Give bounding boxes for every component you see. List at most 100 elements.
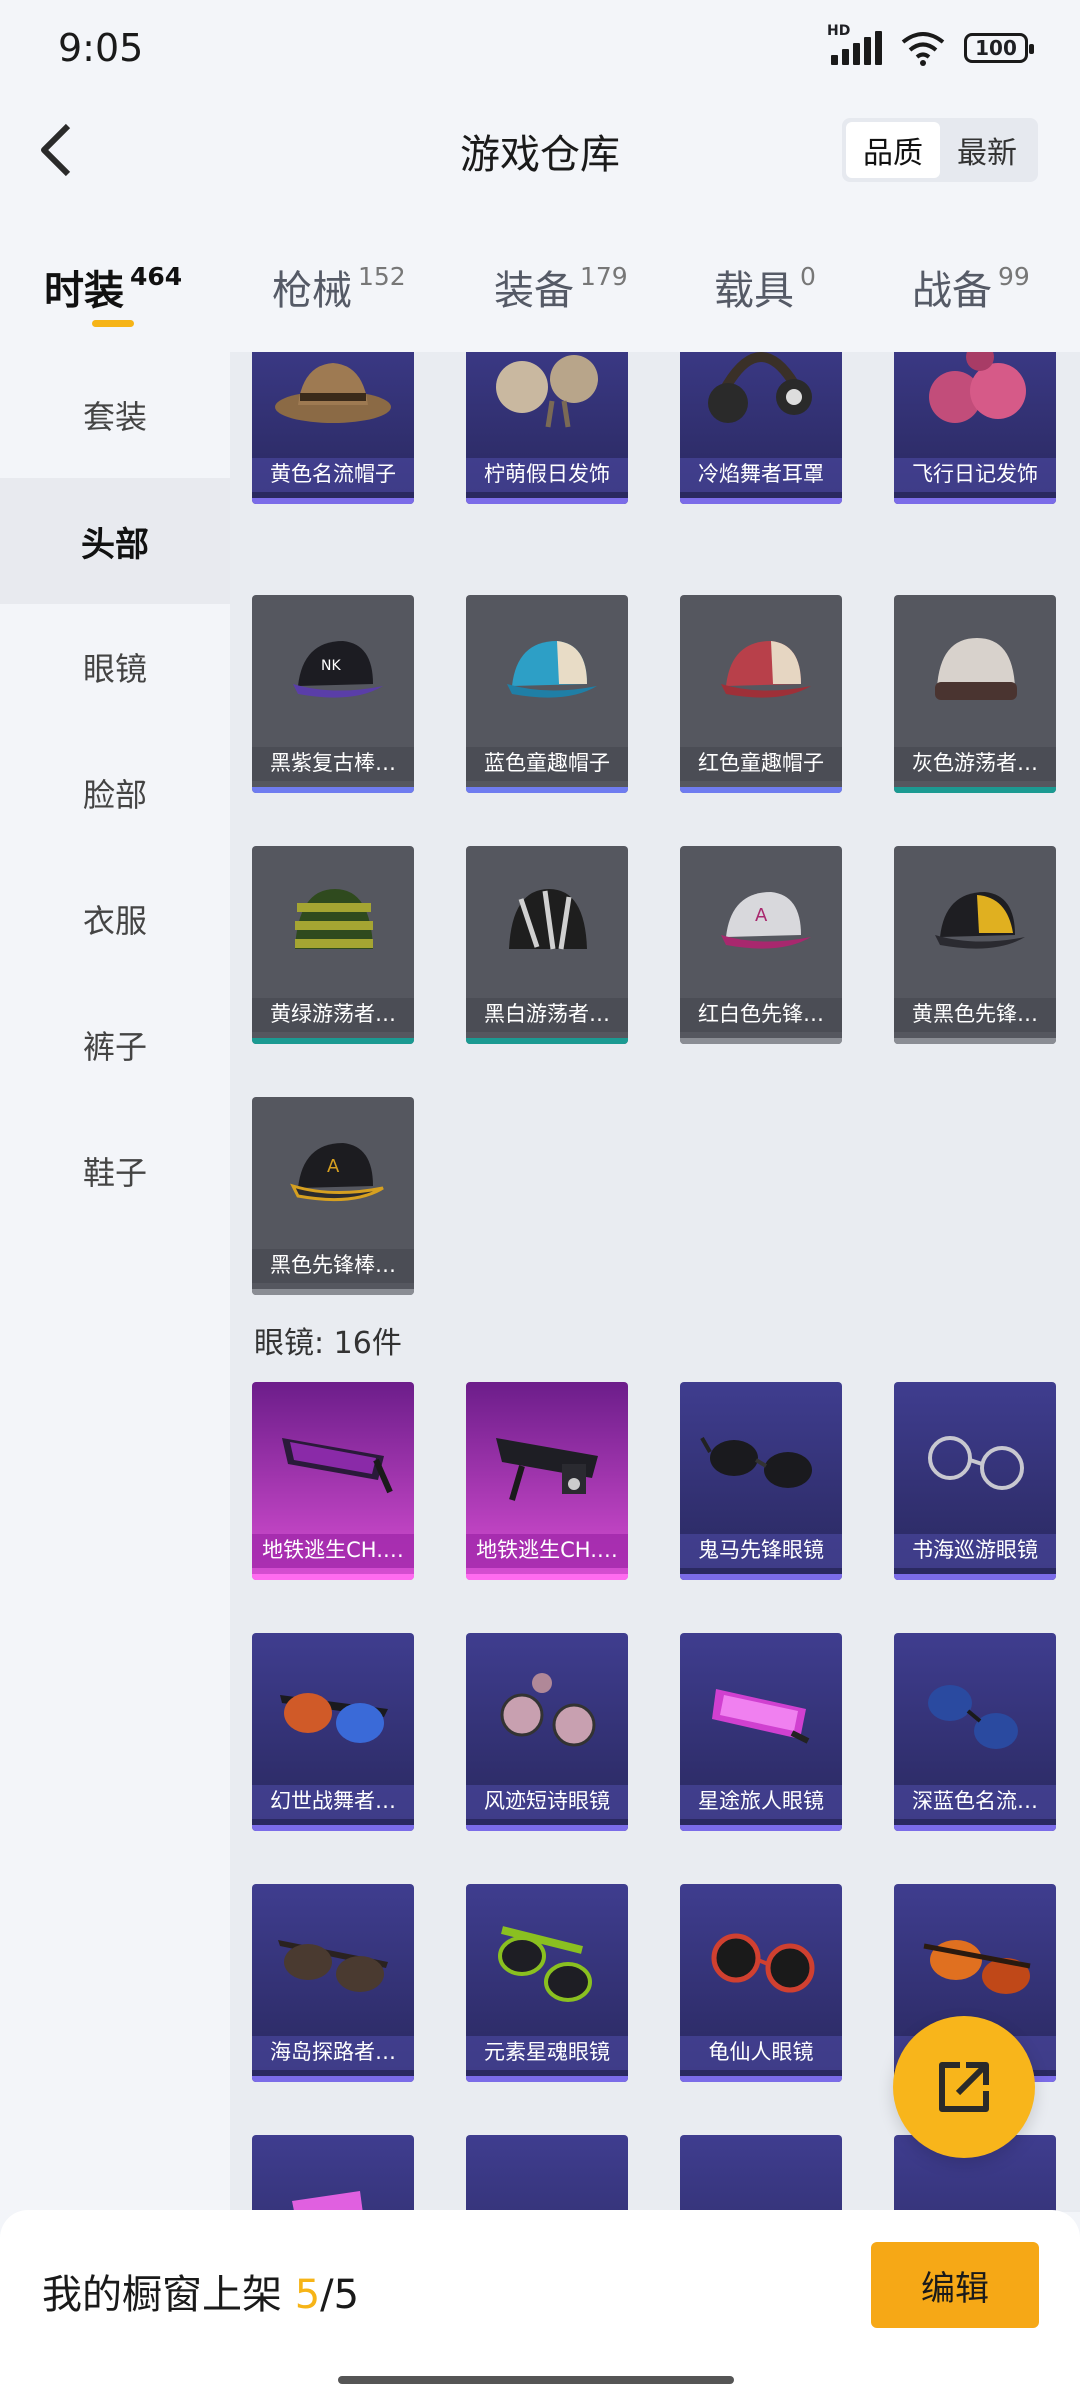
- item-name: 地铁逃生CH.…: [252, 1534, 414, 1568]
- baseball-cap-icon: NK: [293, 641, 383, 698]
- signal-icon: HD: [827, 23, 882, 65]
- item-image: [680, 1884, 842, 2036]
- item-image: [680, 1633, 842, 1785]
- item-card[interactable]: A 黑色先锋棒…: [252, 1097, 414, 1295]
- sidebar-item-clothes[interactable]: 衣服: [0, 856, 230, 982]
- rarity-bar: [252, 1825, 414, 1831]
- item-card[interactable]: 龟仙人眼镜: [680, 1884, 842, 2082]
- item-card[interactable]: 飞行日记发饰: [894, 352, 1056, 504]
- sunglasses-icon: [498, 1926, 592, 2002]
- item-image: [466, 1633, 628, 1785]
- item-card[interactable]: 黄绿游荡者…: [252, 846, 414, 1044]
- item-name: 海岛探路者…: [252, 2036, 414, 2070]
- round-glasses-icon: [500, 1673, 596, 1747]
- item-name: 深蓝色名流…: [894, 1785, 1056, 1819]
- item-card[interactable]: 冷焰舞者耳罩: [680, 352, 842, 504]
- item-card[interactable]: 黄色名流帽子: [252, 352, 414, 504]
- item-card[interactable]: 地铁逃生CH.…: [466, 1382, 628, 1580]
- item-image: [466, 595, 628, 747]
- showcase-total: /5: [320, 2272, 360, 2318]
- rarity-bar: [252, 1289, 414, 1295]
- tab-count: 0: [800, 262, 816, 291]
- svg-text:A: A: [755, 905, 768, 926]
- item-card[interactable]: 书海巡游眼镜: [894, 1382, 1056, 1580]
- item-card[interactable]: 风迹短诗眼镜: [466, 1633, 628, 1831]
- item-name: 冷焰舞者耳罩: [680, 458, 842, 492]
- share-button[interactable]: [893, 2016, 1035, 2158]
- wifi-icon: [901, 32, 945, 66]
- item-image: [466, 1382, 628, 1534]
- home-indicator[interactable]: [338, 2376, 734, 2384]
- item-name: 书海巡游眼镜: [894, 1534, 1056, 1568]
- item-name: 黄绿游荡者…: [252, 998, 414, 1032]
- rarity-bar: [252, 787, 414, 793]
- item-card[interactable]: 黑白游荡者…: [466, 846, 628, 1044]
- sunglasses-icon: [910, 2161, 1040, 2212]
- showcase-count: 5: [294, 2272, 321, 2318]
- item-name: 黑紫复古棒…: [252, 747, 414, 781]
- tab-supplies[interactable]: 战备 99: [912, 258, 1030, 316]
- item-image: [252, 352, 414, 458]
- item-card[interactable]: NK 黑紫复古棒…: [252, 595, 414, 793]
- sidebar-item-head[interactable]: 头部: [0, 478, 230, 604]
- beanie-icon: [935, 638, 1017, 700]
- item-card[interactable]: 深蓝色名流…: [894, 1633, 1056, 1831]
- sidebar-item-pants[interactable]: 裤子: [0, 982, 230, 1108]
- sort-quality-button[interactable]: 品质: [846, 122, 940, 178]
- tab-fashion[interactable]: 时装 464: [44, 258, 182, 316]
- item-image: [252, 1382, 414, 1534]
- item-card[interactable]: 灰色游荡者…: [894, 595, 1056, 793]
- rarity-bar: [466, 498, 628, 504]
- item-card[interactable]: 黄黑色先锋…: [894, 846, 1056, 1044]
- item-card[interactable]: [466, 2135, 628, 2212]
- sidebar-item-suit[interactable]: 套装: [0, 352, 230, 478]
- item-image: [894, 1382, 1056, 1534]
- item-card[interactable]: 鬼马先锋眼镜: [680, 1382, 842, 1580]
- rarity-bar: [680, 498, 842, 504]
- item-name: 幻世战舞者…: [252, 1785, 414, 1819]
- tab-label: 战备: [912, 268, 992, 314]
- item-card[interactable]: 星途旅人眼镜: [680, 1633, 842, 1831]
- tab-firearms[interactable]: 枪械 152: [272, 258, 406, 316]
- sidebar-item-glasses[interactable]: 眼镜: [0, 604, 230, 730]
- item-card[interactable]: 柠萌假日发饰: [466, 352, 628, 504]
- item-image: [680, 2135, 842, 2212]
- item-image: [894, 1884, 1056, 2036]
- edit-button[interactable]: 编辑: [871, 2242, 1039, 2328]
- tech-glasses-icon: [496, 1438, 598, 1501]
- item-card[interactable]: 元素星魂眼镜: [466, 1884, 628, 2082]
- tab-equipment[interactable]: 装备 179: [494, 258, 628, 316]
- item-card[interactable]: [680, 2135, 842, 2212]
- item-card[interactable]: 地铁逃生CH.…: [252, 1382, 414, 1580]
- item-card[interactable]: A 红白色先锋…: [680, 846, 842, 1044]
- item-name: 龟仙人眼镜: [680, 2036, 842, 2070]
- round-glasses-icon: [928, 1436, 1024, 1490]
- showcase-status: 我的橱窗上架 5/5: [42, 2262, 359, 2320]
- sidebar-item-face[interactable]: 脸部: [0, 730, 230, 856]
- sunglasses-icon: [928, 1685, 1018, 1749]
- item-image: NK: [252, 595, 414, 747]
- baseball-cap-icon: A: [721, 892, 811, 949]
- sort-latest-button[interactable]: 最新: [940, 122, 1034, 178]
- item-card[interactable]: [252, 2135, 414, 2212]
- item-name: 柠萌假日发饰: [466, 458, 628, 492]
- tab-count: 179: [580, 262, 628, 291]
- item-image: [894, 1633, 1056, 1785]
- item-image: [680, 595, 842, 747]
- item-card[interactable]: 红色童趣帽子: [680, 595, 842, 793]
- item-card[interactable]: 幻世战舞者…: [252, 1633, 414, 1831]
- sidebar-item-shoes[interactable]: 鞋子: [0, 1108, 230, 1234]
- tab-label: 装备: [494, 268, 574, 314]
- status-bar: 9:05 HD 100: [0, 0, 1080, 100]
- item-card[interactable]: 蓝色童趣帽子: [466, 595, 628, 793]
- section-header-glasses: 眼镜: 16件: [254, 1326, 402, 1361]
- item-image: [680, 1382, 842, 1534]
- fedora-hat-icon: [275, 363, 391, 423]
- item-card[interactable]: 海岛探路者…: [252, 1884, 414, 2082]
- item-name: 红色童趣帽子: [680, 747, 842, 781]
- tab-vehicles[interactable]: 载具 0: [714, 258, 816, 316]
- rarity-bar: [252, 2076, 414, 2082]
- hair-ornament-icon: [496, 355, 598, 428]
- item-image: A: [680, 846, 842, 998]
- tab-label: 时装: [44, 268, 124, 314]
